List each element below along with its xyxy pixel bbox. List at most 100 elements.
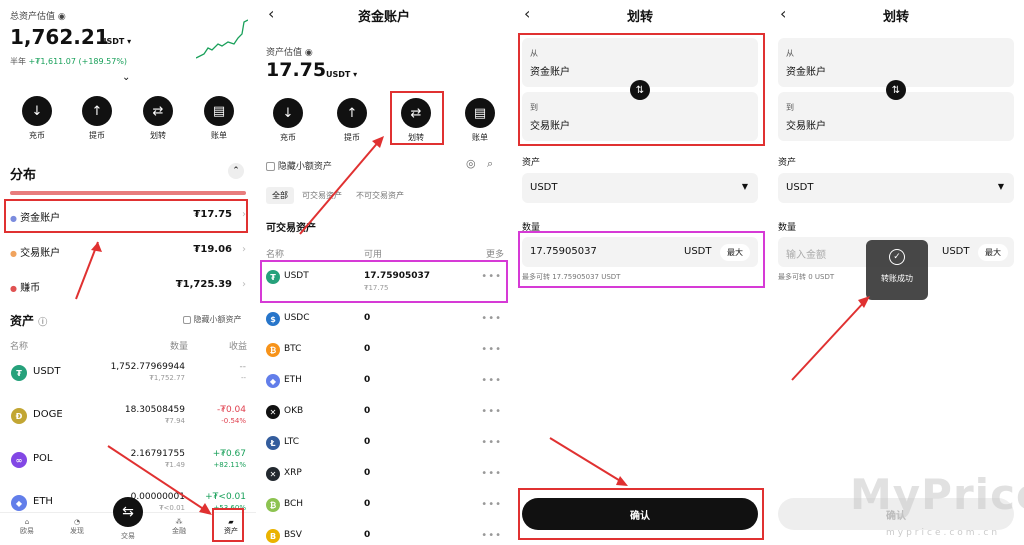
tab-finance[interactable]: ⁂ 金融 [168,518,190,536]
col-name: 名称 [266,250,285,260]
hide-small-toggle[interactable]: 隐藏小额资产 [183,314,242,325]
coin-icon: B [266,529,280,543]
more-icon[interactable]: ••• [481,437,502,448]
total-asset-value: 1,762.21 [10,25,109,49]
max-button[interactable]: 最大 [978,244,1008,261]
account-row-trading[interactable]: ● 交易账户 ₮19.06 › [10,244,246,259]
currency-selector[interactable]: USDT ▾ [100,37,131,46]
filter-all[interactable]: 全部 [266,187,294,204]
coin-row[interactable]: ₿ BTC 0 ••• [256,341,512,369]
period-change: 半年 +₮1,611.07 (+189.57%) [10,57,128,66]
coin-row[interactable]: B BSV 0 ••• [256,527,512,545]
compass-icon: ◔ [73,518,81,526]
col-available: 可用 [364,250,383,260]
transfer-icon: ⇄ [143,96,173,126]
bill-button[interactable]: ▤ 账单 [199,96,239,141]
finance-icon: ⁂ [175,518,183,526]
tab-discover[interactable]: ◔ 发现 [66,518,88,536]
chevron-right-icon: › [242,279,246,290]
page-title: 资金账户 [357,10,410,25]
bill-icon: ▤ [465,98,495,128]
more-icon[interactable]: ••• [481,344,502,355]
col-more: 更多 [486,250,505,260]
highlight-box [212,508,244,542]
section-title: 可交易资产 [266,223,316,234]
chevron-down-icon[interactable]: ⌄ [122,72,130,83]
dot-icon: ● [10,284,17,293]
withdraw-button[interactable]: ↑ 提币 [77,96,117,141]
col-pnl: 收益 [229,342,248,352]
available-amount: 最多可转 17.75905037 USDT [522,273,621,281]
hide-small-toggle[interactable]: 隐藏小额资产 [266,159,332,172]
transfer-button[interactable]: ⇄ 划转 [138,96,178,141]
coin-icon: ₿ [266,498,280,512]
coin-icon: $ [266,312,280,326]
quantity-label: 数量 [778,223,797,233]
asset-select[interactable]: USDT ▼ [522,173,758,203]
eye-icon[interactable]: ◉ [305,48,313,58]
coin-row[interactable]: ✕ OKB 0 ••• [256,403,512,431]
withdraw-button[interactable]: ↑ 提币 [332,98,372,143]
bill-button[interactable]: ▤ 账单 [460,98,500,143]
coin-row[interactable]: Ł LTC 0 ••• [256,434,512,462]
coin-row[interactable]: $ USDC 0 ••• [256,310,512,338]
highlight-box [4,199,248,233]
highlight-box [260,260,508,303]
watermark: MyPrice [850,470,1024,519]
total-asset-label: 总资产估值 ◉ [10,12,66,22]
coin-row[interactable]: ₿ BCH 0 ••• [256,496,512,524]
bill-icon: ▤ [204,96,234,126]
transfer-screen: ‹ 划转 从 资金账户 到 交易账户 ⇅ 资产 USDT ▼ 数量 17.759… [512,0,768,545]
checkbox-icon [266,162,275,171]
assets-overview-screen: 总资产估值 ◉ 1,762.21 USDT ▾ 半年 +₮1,611.07 (+… [0,0,256,545]
filter-nontradable[interactable]: 不可交易资产 [356,190,404,201]
chevron-right-icon: › [242,244,246,255]
filter-tradable[interactable]: 可交易资产 [302,190,342,201]
more-icon[interactable]: ••• [481,313,502,324]
withdraw-icon: ↑ [82,96,112,126]
tab-trade-label[interactable]: 交易 [116,531,140,541]
asset-label: 资产 [778,158,797,168]
asset-row[interactable]: ∞ POL 2.16791755 ₮1.49 +₮0.67 +82.11% [0,449,256,483]
account-row-earn[interactable]: ● 赚币 ₮1,725.39 › [10,279,246,294]
col-name: 名称 [10,342,29,352]
caret-down-icon: ▼ [997,182,1004,191]
coin-icon: ∞ [11,452,27,468]
deposit-icon: ↓ [22,96,52,126]
col-qty: 数量 [170,342,189,352]
deposit-button[interactable]: ↓ 充币 [17,96,57,141]
asset-row[interactable]: Ð DOGE 18.30508459 ₮7.94 -₮0.04 -0.54% [0,405,256,439]
assets-title: 资产 ⓘ [10,314,48,328]
more-icon[interactable]: ••• [481,530,502,541]
more-icon[interactable]: ••• [481,406,502,417]
distribution-title: 分布 [10,168,37,183]
more-icon[interactable]: ••• [481,468,502,479]
eye-icon[interactable]: ◉ [58,12,66,22]
transfer-success-screen: ‹ 划转 从 资金账户 到 交易账户 ⇅ 资产 USDT ▼ 数量 输入金额 U… [768,0,1024,545]
trade-swap-icon[interactable]: ⇆ [113,497,143,527]
swap-direction-icon[interactable]: ⇅ [886,80,906,100]
tab-home[interactable]: ⌂ 欧易 [16,518,38,536]
success-toast: ✓ 转账成功 [866,240,928,300]
asset-label: 资产 [522,158,541,168]
coin-row[interactable]: ◆ ETH 0 ••• [256,372,512,400]
home-icon: ⌂ [24,518,30,526]
more-icon[interactable]: ••• [481,375,502,386]
collapse-icon[interactable]: ⌃ [228,163,244,179]
currency-selector[interactable]: USDT ▾ [326,70,357,79]
distribution-bar [10,191,246,195]
asset-select[interactable]: USDT ▼ [778,173,1014,203]
coin-icon: ₿ [266,343,280,357]
coin-icon: Ł [266,436,280,450]
deposit-button[interactable]: ↓ 充币 [268,98,308,143]
more-icon[interactable]: ••• [481,499,502,510]
page-title: 划转 [626,10,653,25]
coin-row[interactable]: ✕ XRP 0 ••• [256,465,512,493]
settings-icon[interactable]: ◎ [466,157,476,170]
checkbox-icon [183,315,191,324]
coin-icon: Ð [11,408,27,424]
coin-icon: ✕ [266,405,280,419]
asset-row[interactable]: ₮ USDT 1,752.77969944 ₮1,752.77 -- -- [0,362,256,396]
search-icon[interactable]: ⌕ [487,157,493,171]
estimate-value: 17.75 [266,59,327,81]
